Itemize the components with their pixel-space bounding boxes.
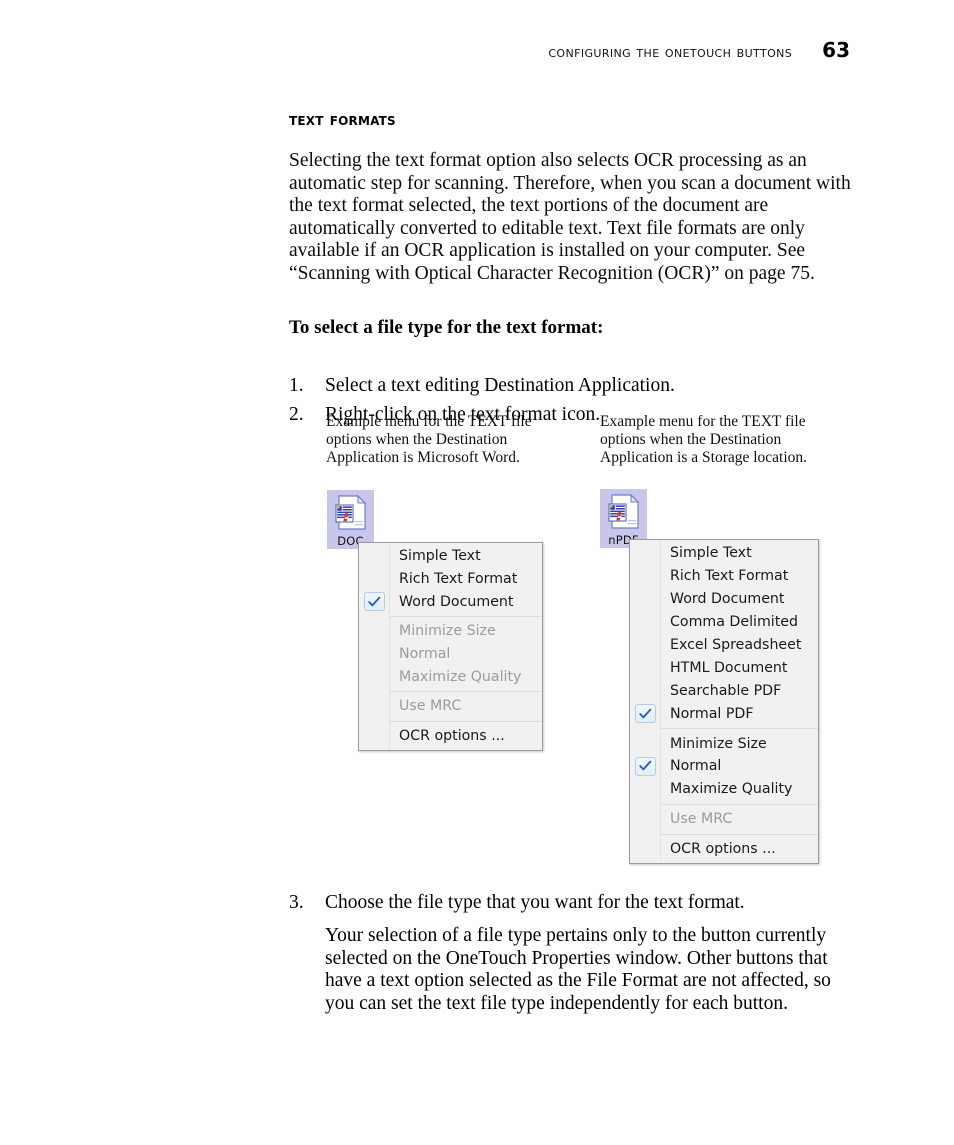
menu-item[interactable]: Normal PDF bbox=[630, 702, 818, 725]
menu-item-label: Excel Spreadsheet bbox=[670, 637, 802, 653]
menu-item-label: Normal PDF bbox=[670, 705, 754, 722]
document-file-icon bbox=[334, 494, 366, 530]
menu-item-label: Maximize Quality bbox=[670, 781, 793, 798]
menu-gutter bbox=[630, 778, 661, 801]
document-file-icon bbox=[607, 493, 639, 529]
menu-item-label: Simple Text bbox=[399, 548, 481, 565]
section-heading: Text Formats bbox=[289, 110, 396, 130]
figure-caption-right: Example menu for the TEXT file options w… bbox=[600, 413, 808, 466]
menu-gutter bbox=[630, 634, 661, 657]
menu-item[interactable]: OCR options ... bbox=[630, 838, 818, 861]
checkmark-icon bbox=[635, 756, 656, 776]
menu-separator bbox=[390, 691, 542, 693]
menu-separator bbox=[390, 616, 542, 618]
menu-gutter bbox=[630, 656, 661, 679]
step-3: 3. Choose the file type that you want fo… bbox=[289, 892, 855, 915]
menu-item-label: OCR options ... bbox=[399, 728, 505, 745]
menu-gutter bbox=[359, 725, 390, 748]
menu-gutter bbox=[630, 808, 661, 831]
menu-item-label: Rich Text Format bbox=[399, 571, 518, 588]
menu-item: Maximize Quality bbox=[359, 665, 542, 688]
figure-caption-left: Example menu for the TEXT file options w… bbox=[326, 413, 532, 466]
context-menu-storage[interactable]: Simple Text Rich Text Format Word Document… bbox=[629, 539, 819, 864]
step-3-number: 3. bbox=[289, 892, 304, 913]
menu-item-label: HTML Document bbox=[670, 659, 788, 676]
intro-paragraph: Selecting the text format option also se… bbox=[289, 150, 851, 284]
step-1-number: 1. bbox=[289, 375, 304, 396]
menu-item[interactable]: Simple Text bbox=[359, 545, 542, 568]
menu-gutter bbox=[630, 611, 661, 634]
menu-check-indicator bbox=[630, 702, 661, 725]
running-head-title: Configuring the OneTouch Buttons bbox=[548, 43, 793, 61]
menu-gutter bbox=[630, 542, 661, 565]
step-2-number: 2. bbox=[289, 404, 304, 425]
menu-gutter bbox=[630, 732, 661, 755]
menu-gutter bbox=[359, 620, 390, 643]
step-1: 1. Select a text editing Destination App… bbox=[289, 375, 855, 398]
menu-separator bbox=[390, 720, 542, 722]
menu-gutter bbox=[630, 679, 661, 702]
checkmark-icon bbox=[364, 592, 385, 612]
menu-check-indicator bbox=[359, 590, 390, 613]
menu-gutter bbox=[359, 665, 390, 688]
menu-item-label: Searchable PDF bbox=[670, 682, 782, 699]
menu-item[interactable]: Word Document bbox=[359, 590, 542, 613]
menu-item[interactable]: OCR options ... bbox=[359, 725, 542, 748]
step-3-explanation: Your selection of a file type pertains o… bbox=[325, 925, 831, 1014]
menu-item: Normal bbox=[359, 643, 542, 666]
menu-separator bbox=[661, 833, 818, 835]
procedure-lead-in: To select a file type for the text forma… bbox=[289, 317, 604, 338]
menu-item-label: Use MRC bbox=[399, 698, 462, 715]
menu-gutter bbox=[359, 643, 390, 666]
menu-item-label: Comma Delimited bbox=[670, 614, 799, 631]
page-number: 63 bbox=[822, 38, 850, 62]
menu-item: Use MRC bbox=[630, 808, 818, 831]
menu-item-label: Word Document bbox=[399, 593, 514, 610]
menu-item[interactable]: Normal bbox=[630, 755, 818, 778]
menu-separator bbox=[661, 728, 818, 730]
running-head: Configuring the OneTouch Buttons 63 bbox=[289, 38, 850, 66]
menu-item-label: Normal bbox=[670, 758, 722, 775]
menu-item[interactable]: Minimize Size bbox=[630, 732, 818, 755]
menu-item[interactable]: Word Document bbox=[630, 588, 818, 611]
menu-gutter bbox=[359, 568, 390, 591]
menu-separator bbox=[661, 803, 818, 805]
menu-gutter bbox=[630, 838, 661, 861]
menu-gutter bbox=[359, 695, 390, 718]
menu-item-label: Minimize Size bbox=[670, 735, 767, 752]
menu-item: Minimize Size bbox=[359, 620, 542, 643]
menu-item[interactable]: Comma Delimited bbox=[630, 611, 818, 634]
menu-item-label: Maximize Quality bbox=[399, 668, 522, 685]
menu-gutter bbox=[630, 565, 661, 588]
menu-item[interactable]: HTML Document bbox=[630, 656, 818, 679]
menu-item: Use MRC bbox=[359, 695, 542, 718]
menu-gutter bbox=[630, 588, 661, 611]
menu-item-label: Word Document bbox=[670, 591, 785, 608]
menu-item[interactable]: Searchable PDF bbox=[630, 679, 818, 702]
context-menu-word[interactable]: Simple Text Rich Text Format Word Document… bbox=[358, 542, 543, 751]
menu-gutter bbox=[359, 545, 390, 568]
menu-item-label: OCR options ... bbox=[670, 841, 776, 858]
menu-item[interactable]: Rich Text Format bbox=[630, 565, 818, 588]
menu-item-label: Minimize Size bbox=[399, 623, 496, 640]
menu-item[interactable]: Maximize Quality bbox=[630, 778, 818, 801]
desktop-icon-doc[interactable]: DOC bbox=[327, 490, 374, 549]
step-1-text: Select a text editing Destination Applic… bbox=[325, 375, 675, 396]
menu-item-label: Normal bbox=[399, 646, 451, 663]
menu-item[interactable]: Rich Text Format bbox=[359, 568, 542, 591]
menu-item-label: Rich Text Format bbox=[670, 568, 789, 585]
menu-item-label: Simple Text bbox=[670, 545, 752, 562]
menu-check-indicator bbox=[630, 755, 661, 778]
menu-item-label: Use MRC bbox=[670, 811, 733, 828]
checkmark-icon bbox=[635, 704, 656, 724]
step-3-text: Choose the file type that you want for t… bbox=[325, 892, 745, 913]
menu-item[interactable]: Simple Text bbox=[630, 542, 818, 565]
menu-item[interactable]: Excel Spreadsheet bbox=[630, 634, 818, 657]
intro-paragraph-block: Selecting the text format option also se… bbox=[289, 150, 854, 286]
